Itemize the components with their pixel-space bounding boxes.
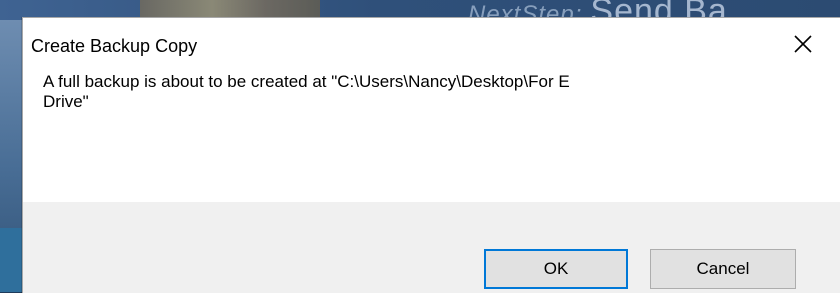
dialog-footer: OK Cancel	[23, 202, 840, 293]
dialog-message: A full backup is about to be created at …	[43, 72, 823, 112]
cancel-button[interactable]: Cancel	[650, 249, 796, 289]
ok-button[interactable]: OK	[484, 249, 628, 289]
dialog-titlebar[interactable]: Create Backup Copy	[23, 18, 840, 71]
dialog-message-line1: A full backup is about to be created at …	[43, 72, 570, 91]
backup-dialog: Create Backup Copy A full backup is abou…	[22, 17, 840, 293]
dialog-title: Create Backup Copy	[31, 36, 198, 56]
close-icon	[794, 35, 812, 53]
background-left-lower	[0, 228, 24, 292]
close-button[interactable]	[773, 20, 833, 68]
dialog-message-line2: Drive"	[43, 92, 89, 111]
